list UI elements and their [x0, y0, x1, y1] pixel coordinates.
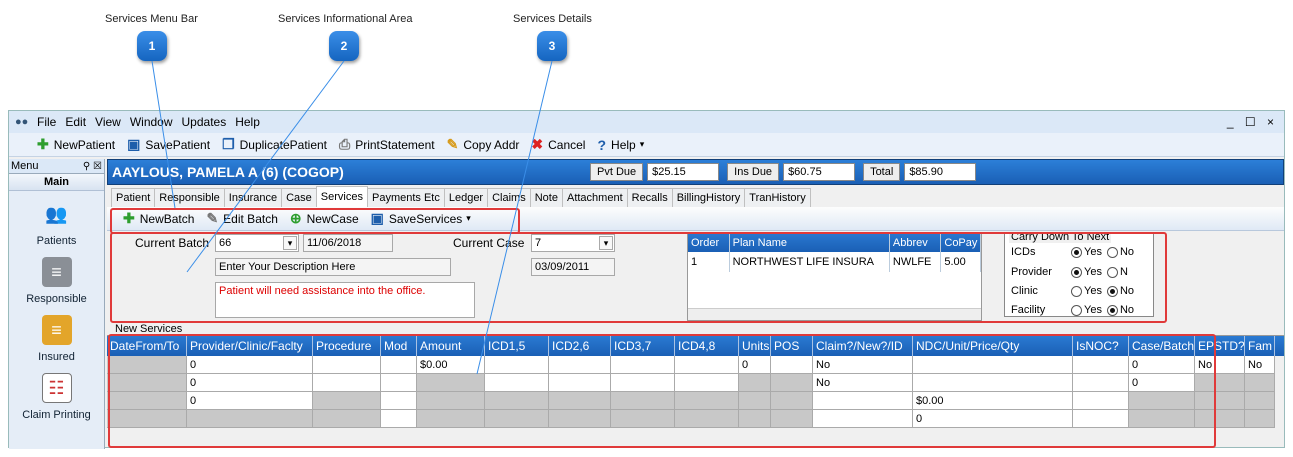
callout-label-3: Services Details [513, 13, 592, 25]
printer-icon: ⎙ [339, 136, 351, 152]
save-icon: ▣ [127, 136, 141, 152]
duplicate-icon: ❐ [222, 136, 235, 152]
highlight-info-area [110, 232, 1167, 323]
menu-panel-header: Menu ⚲ ☒ [9, 159, 104, 174]
pvt-due-button[interactable]: Pvt Due [590, 163, 644, 181]
cancel-button[interactable]: ✖ Cancel [531, 136, 585, 153]
total-value: $85.90 [904, 163, 977, 181]
callout-label-2: Services Informational Area [278, 13, 413, 25]
print-statement-button[interactable]: ⎙ PrintStatement [339, 136, 435, 153]
nav-claim-printing[interactable]: ☷ Claim Printing [9, 365, 104, 423]
tab-claims[interactable]: Claims [487, 188, 531, 207]
help-icon: ? [597, 136, 607, 153]
callout-badge-2: 2 [329, 31, 359, 61]
save-patient-button[interactable]: ▣ SavePatient [127, 136, 210, 153]
tab-payments[interactable]: Payments Etc [366, 188, 445, 207]
tab-patient[interactable]: Patient [111, 188, 156, 207]
main-toolbar: ✚ NewPatient ▣ SavePatient ❐ DuplicatePatie… [9, 133, 1284, 157]
left-menu-panel: Menu ⚲ ☒ Main 👥 Patients ≡ Responsible ≡ In… [9, 159, 105, 449]
app-icon: ●● [15, 116, 29, 128]
new-patient-button[interactable]: ✚ NewPatient [37, 136, 115, 153]
tab-bar: Patient Responsible Insurance Case Servi… [107, 185, 1284, 207]
patient-header: AAYLOUS, PAMELA A (6) (COGOP) Pvt Due $2… [107, 159, 1284, 185]
tab-note[interactable]: Note [529, 188, 563, 207]
patient-name: AAYLOUS, PAMELA A (6) (COGOP) [112, 164, 344, 180]
pvt-due-value: $25.15 [647, 163, 720, 181]
help-button[interactable]: ? Help ▾ [597, 137, 644, 153]
copy-addr-button[interactable]: ✎ Copy Addr [447, 136, 520, 153]
highlight-menu-bar [110, 208, 520, 234]
tab-recalls[interactable]: Recalls [626, 188, 673, 207]
tab-ledger[interactable]: Ledger [443, 188, 489, 207]
menu-bar: ●● File Edit View Window Updates Help _ … [9, 111, 1284, 133]
cancel-icon: ✖ [531, 136, 544, 152]
plus-icon: ✚ [37, 136, 49, 152]
nav-patients[interactable]: 👥 Patients [9, 191, 104, 249]
insured-icon: ≡ [41, 315, 72, 345]
menu-edit[interactable]: Edit [65, 115, 86, 129]
panel-controls[interactable]: ⚲ ☒ [83, 161, 102, 172]
copy-icon: ✎ [446, 136, 459, 152]
tab-tran-history[interactable]: TranHistory [744, 188, 811, 207]
ins-due-value: $60.75 [783, 163, 856, 181]
window-controls[interactable]: _ ☐ × [1227, 115, 1278, 129]
highlight-details [108, 334, 1216, 448]
patients-icon: 👥 [45, 203, 68, 224]
tab-attachment[interactable]: Attachment [561, 188, 628, 207]
ins-due-button[interactable]: Ins Due [727, 163, 780, 181]
menu-view[interactable]: View [95, 115, 121, 129]
menu-file[interactable]: File [37, 115, 56, 129]
chevron-down-icon: ▾ [639, 139, 645, 149]
tab-billing-history[interactable]: BillingHistory [671, 188, 746, 207]
tab-responsible[interactable]: Responsible [154, 188, 225, 207]
menu-help[interactable]: Help [235, 115, 260, 129]
nav-insured[interactable]: ≡ Insured [9, 307, 104, 365]
callout-badge-1: 1 [137, 31, 167, 61]
nav-responsible[interactable]: ≡ Responsible [9, 249, 104, 307]
callout-label-1: Services Menu Bar [105, 13, 198, 25]
tab-insurance[interactable]: Insurance [223, 188, 283, 207]
tab-case[interactable]: Case [281, 188, 317, 207]
tab-services[interactable]: Services [315, 186, 368, 207]
menu-updates[interactable]: Updates [182, 115, 227, 129]
total-button[interactable]: Total [863, 163, 901, 181]
nav-list: 👥 Patients ≡ Responsible ≡ Insured ☷ Claim P… [9, 191, 104, 449]
callout-badge-3: 3 [537, 31, 567, 61]
menu-section-main: Main [9, 174, 104, 191]
responsible-icon: ≡ [41, 257, 72, 287]
duplicate-patient-button[interactable]: ❐ DuplicatePatient [222, 136, 327, 153]
menu-window[interactable]: Window [130, 115, 173, 129]
claim-printing-icon: ☷ [41, 373, 72, 403]
